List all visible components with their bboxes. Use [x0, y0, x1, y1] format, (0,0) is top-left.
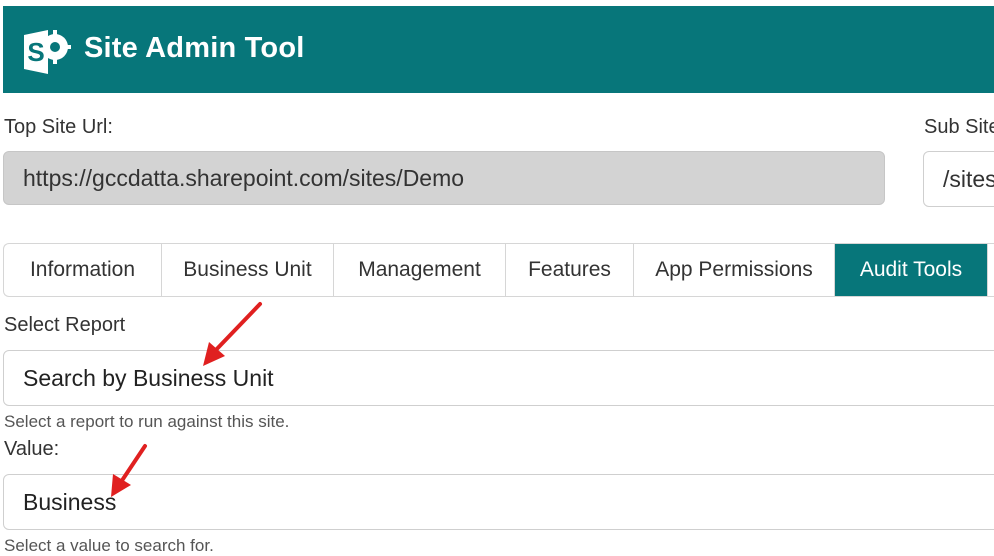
svg-text:S: S — [27, 37, 44, 67]
select-report-dropdown[interactable]: Search by Business Unit — [3, 350, 994, 406]
select-report-help: Select a report to run against this site… — [4, 412, 290, 431]
app-title: Site Admin Tool — [84, 32, 305, 64]
tab-app-permissions[interactable]: App Permissions — [634, 244, 835, 296]
sub-site-label: Sub Site — [924, 116, 994, 138]
red-arrow-annotation-icon — [111, 444, 147, 497]
value-help: Select a value to search for. — [4, 536, 214, 555]
red-arrow-annotation-icon — [203, 302, 262, 366]
value-label: Value: — [4, 438, 60, 460]
tab-management[interactable]: Management — [334, 244, 506, 296]
tab-bar: Information Business Unit Management Fea… — [3, 243, 994, 297]
top-site-url-field[interactable]: https://gccdatta.sharepoint.com/sites/De… — [3, 151, 885, 205]
sharepoint-logo-icon: S — [24, 30, 71, 74]
tab-information[interactable]: Information — [4, 244, 162, 296]
tab-features[interactable]: Features — [506, 244, 634, 296]
app-header: S Site Admin Tool — [3, 6, 994, 93]
tab-business-unit[interactable]: Business Unit — [162, 244, 334, 296]
tab-audit-tools[interactable]: Audit Tools — [835, 244, 988, 296]
top-site-url-label: Top Site Url: — [4, 116, 113, 138]
sub-site-field[interactable]: /sites — [923, 151, 994, 207]
select-report-label: Select Report — [4, 314, 126, 336]
